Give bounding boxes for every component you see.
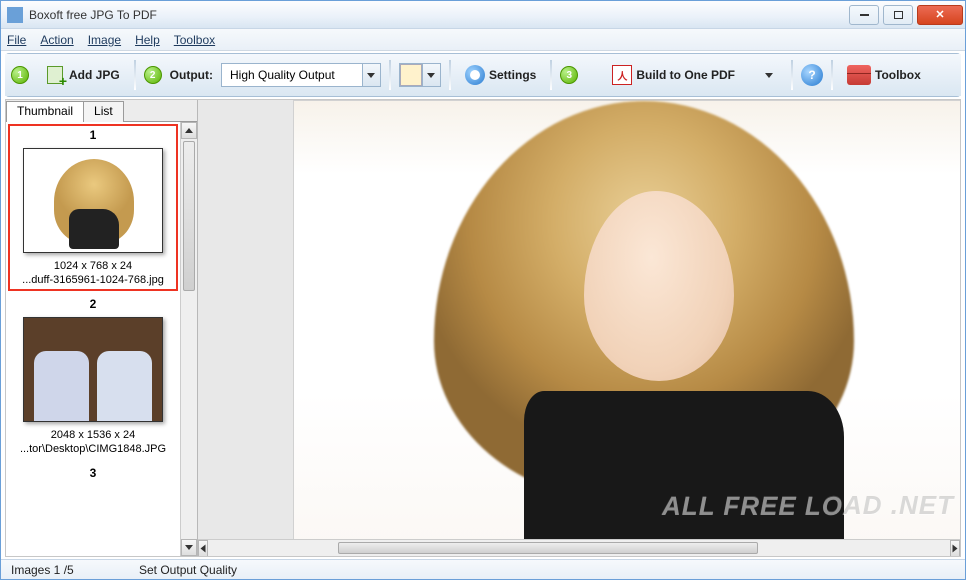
h-scroll-thumb[interactable] xyxy=(338,542,758,554)
thumbnail-dimensions: 1024 x 768 x 24 xyxy=(12,259,174,273)
thumbnails-wrap: 1 1024 x 768 x 24 ...duff-3165961-1024-7… xyxy=(6,122,197,556)
chevron-down-icon[interactable] xyxy=(362,64,380,86)
separator xyxy=(134,60,136,90)
sidebar: Thumbnail List 1 1024 x 768 x 24 ...duff… xyxy=(6,100,198,556)
scroll-up-button[interactable] xyxy=(181,122,197,139)
window-title: Boxoft free JPG To PDF xyxy=(29,8,157,22)
window-controls: ✕ xyxy=(845,5,963,25)
build-pdf-label: Build to One PDF xyxy=(636,68,735,82)
thumbnail-item[interactable]: 3 xyxy=(8,462,178,484)
statusbar: Images 1 /5 Set Output Quality xyxy=(1,559,965,579)
app-window: Boxoft free JPG To PDF ✕ File Action Ima… xyxy=(0,0,966,580)
separator xyxy=(550,60,552,90)
preview-canvas: ALL FREE LOAD .NET xyxy=(198,100,960,539)
titlebar: Boxoft free JPG To PDF ✕ xyxy=(1,1,965,29)
toolbox-icon xyxy=(847,65,871,85)
scroll-right-button[interactable] xyxy=(950,540,960,556)
sidebar-tabs: Thumbnail List xyxy=(6,100,197,122)
color-swatch xyxy=(400,64,422,86)
scroll-track[interactable] xyxy=(181,139,197,539)
menu-help[interactable]: Help xyxy=(135,33,160,47)
separator xyxy=(389,60,391,90)
thumbnail-number: 2 xyxy=(12,297,174,311)
page-color-combo[interactable] xyxy=(399,63,441,87)
settings-button[interactable]: Settings xyxy=(459,62,542,88)
scroll-left-button[interactable] xyxy=(198,540,208,556)
menu-file[interactable]: File xyxy=(7,33,26,47)
add-jpg-icon xyxy=(43,64,65,86)
tab-list[interactable]: List xyxy=(83,101,124,122)
step-3-icon: 3 xyxy=(560,66,578,84)
scroll-thumb[interactable] xyxy=(183,141,195,291)
minimize-button[interactable] xyxy=(849,5,879,25)
separator xyxy=(449,60,451,90)
output-quality-combo[interactable]: High Quality Output xyxy=(221,63,381,87)
menu-image[interactable]: Image xyxy=(88,33,121,47)
thumbnail-path: ...duff-3165961-1024-768.jpg xyxy=(12,273,174,287)
build-pdf-button[interactable]: 人 Build to One PDF xyxy=(606,62,741,88)
thumbnail-item[interactable]: 1 1024 x 768 x 24 ...duff-3165961-1024-7… xyxy=(8,124,178,291)
separator xyxy=(831,60,833,90)
preview-pane: ALL FREE LOAD .NET xyxy=(198,100,960,556)
maximize-button[interactable] xyxy=(883,5,913,25)
content-area: Thumbnail List 1 1024 x 768 x 24 ...duff… xyxy=(5,99,961,557)
add-jpg-label: Add JPG xyxy=(69,68,120,82)
thumbnail-number: 3 xyxy=(12,466,174,480)
watermark: ALL FREE LOAD .NET xyxy=(662,490,954,521)
step-2-icon: 2 xyxy=(144,66,162,84)
help-icon[interactable]: ? xyxy=(801,64,823,86)
thumbnails-scrollbar[interactable] xyxy=(180,122,197,556)
gear-icon xyxy=(465,65,485,85)
thumbnail-dimensions: 2048 x 1536 x 24 xyxy=(12,428,174,442)
thumbnail-number: 1 xyxy=(12,128,174,142)
status-hint: Set Output Quality xyxy=(139,563,239,577)
thumbnail-image xyxy=(23,317,163,422)
separator xyxy=(791,60,793,90)
horizontal-scrollbar[interactable] xyxy=(198,539,960,556)
toolbar: 1 Add JPG 2 Output: High Quality Output … xyxy=(5,54,961,96)
h-scroll-track[interactable] xyxy=(208,540,950,556)
settings-label: Settings xyxy=(489,68,536,82)
step-1-icon: 1 xyxy=(11,66,29,84)
app-icon xyxy=(7,7,23,23)
tab-thumbnail[interactable]: Thumbnail xyxy=(6,101,84,122)
close-button[interactable]: ✕ xyxy=(917,5,963,25)
chevron-down-icon[interactable] xyxy=(422,64,440,86)
toolbar-container: 1 Add JPG 2 Output: High Quality Output … xyxy=(5,53,961,97)
pdf-icon: 人 xyxy=(612,65,632,85)
thumbnail-image xyxy=(23,148,163,253)
menu-action[interactable]: Action xyxy=(40,33,73,47)
thumbnail-path: ...tor\Desktop\CIMG1848.JPG xyxy=(12,442,174,456)
toolbox-label: Toolbox xyxy=(875,68,921,82)
thumbnails-list: 1 1024 x 768 x 24 ...duff-3165961-1024-7… xyxy=(6,122,180,556)
preview-image xyxy=(293,100,960,539)
output-quality-value: High Quality Output xyxy=(222,68,362,82)
status-images: Images 1 /5 xyxy=(11,563,111,577)
scroll-down-button[interactable] xyxy=(181,539,197,556)
thumbnail-item[interactable]: 2 2048 x 1536 x 24 ...tor\Desktop\CIMG18… xyxy=(8,293,178,460)
build-pdf-dropdown[interactable] xyxy=(765,73,773,78)
add-jpg-button[interactable]: Add JPG xyxy=(37,61,126,89)
toolbox-button[interactable]: Toolbox xyxy=(841,62,927,88)
menu-toolbox[interactable]: Toolbox xyxy=(174,33,215,47)
output-label: Output: xyxy=(170,68,213,82)
menubar: File Action Image Help Toolbox xyxy=(1,29,965,51)
